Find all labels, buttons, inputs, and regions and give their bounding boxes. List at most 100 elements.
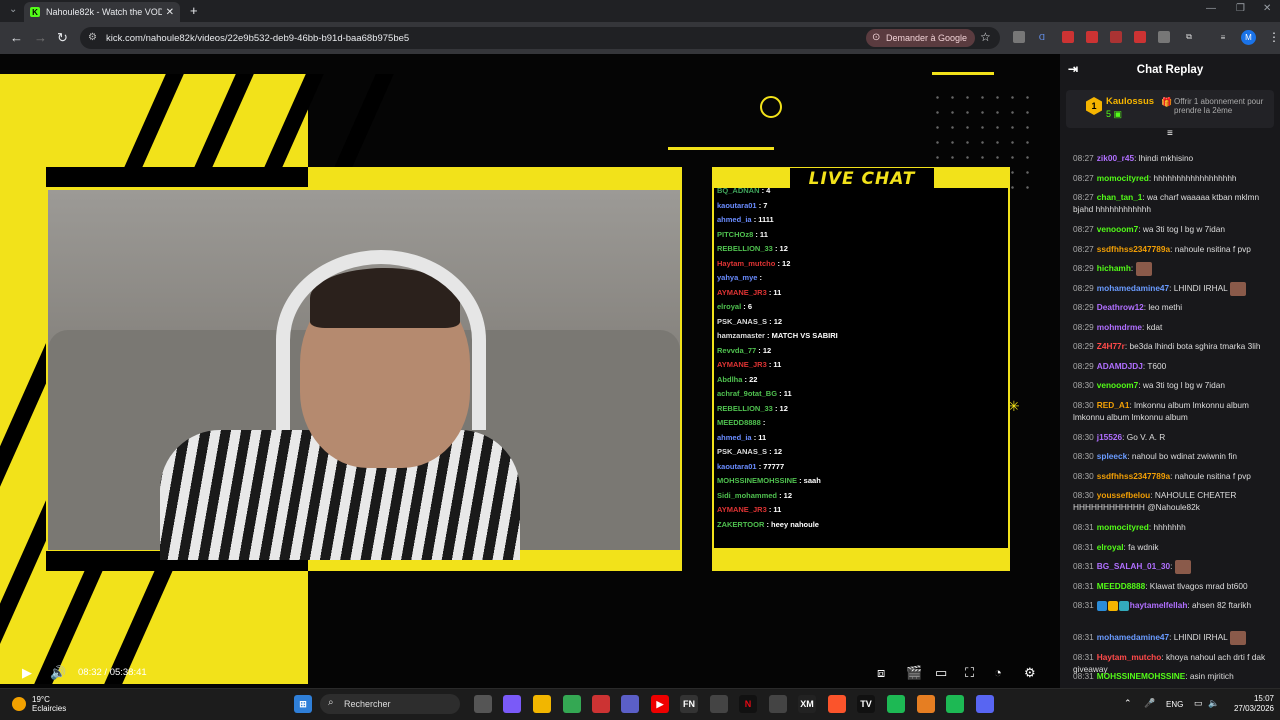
chat-username[interactable]: venooom7 (1097, 380, 1139, 390)
volume-tray-icon[interactable]: 🔈 (1208, 698, 1219, 709)
browser-tab[interactable]: K Nahoule82k - Watch the VOD o ✕ (24, 2, 180, 22)
fortnite-icon[interactable]: FN (680, 695, 698, 713)
chat-username[interactable]: mohmdrme (1097, 322, 1142, 332)
app-icon[interactable] (710, 695, 728, 713)
extension-bookmark-icon[interactable] (1110, 31, 1122, 43)
clip-icon[interactable]: 🎬 (906, 665, 922, 681)
reading-list-icon[interactable]: ≡ (1217, 31, 1229, 43)
volume-icon[interactable]: 🔊 (50, 665, 66, 681)
language-indicator[interactable]: ENG (1166, 700, 1183, 709)
network-icon[interactable]: ▭ (1194, 698, 1203, 709)
chat-username[interactable]: momocityred (1097, 173, 1149, 183)
extension-video-icon[interactable] (1086, 31, 1098, 43)
extension-tool-icon[interactable] (1158, 31, 1170, 43)
chat-username[interactable]: RED_A1 (1097, 400, 1130, 410)
overlay-chat-user: MEEDD8888 (717, 418, 761, 427)
back-icon[interactable]: ← (10, 30, 23, 45)
chat-username[interactable]: mohamedamine47 (1097, 632, 1169, 642)
tab-bar: ⌄ K Nahoule82k - Watch the VOD o ✕ + — ❐… (0, 0, 1280, 22)
chat-username[interactable]: ADAMDJDJ (1097, 361, 1143, 371)
profile-avatar[interactable]: M (1241, 30, 1256, 45)
bookmark-star-icon[interactable]: ☆ (980, 30, 991, 44)
extension-red-icon[interactable] (1062, 31, 1074, 43)
miniplayer-icon[interactable]: ⧈ (877, 665, 885, 681)
forward-icon[interactable]: → (34, 30, 47, 45)
chat-username[interactable]: haytamelfellah (1130, 600, 1188, 610)
maximize-icon[interactable]: ❐ (1236, 3, 1245, 14)
xm-icon[interactable]: XM (798, 695, 816, 713)
spotify-icon[interactable] (946, 695, 964, 713)
filter-icon[interactable]: ≡ (1167, 128, 1173, 139)
microphone-icon[interactable]: 🎤 (1144, 698, 1155, 709)
chrome-icon[interactable] (563, 695, 581, 713)
chat-username[interactable]: mohamedamine47 (1097, 283, 1169, 293)
chat-username[interactable]: ssdfhhss2347789a (1097, 471, 1170, 481)
site-info-icon[interactable]: ⚙ (88, 32, 97, 43)
chat-username[interactable]: Deathrow12 (1097, 302, 1144, 312)
play-icon[interactable]: ▶ (22, 665, 32, 681)
close-tab-icon[interactable]: ✕ (166, 7, 174, 18)
overlay-chat-row: ahmed_ia : 1111 (717, 215, 774, 224)
youtube-icon[interactable]: ▶ (651, 695, 669, 713)
chat-username[interactable]: Haytam_mutcho (1097, 652, 1162, 662)
reload-icon[interactable]: ↻ (57, 30, 68, 46)
speed-icon[interactable]: ◔ (994, 665, 1002, 680)
theater-mode-icon[interactable]: ▭ (935, 665, 947, 681)
teams-icon[interactable] (621, 695, 639, 713)
address-bar[interactable]: ⚙ kick.com/nahoule82k/videos/22e9b532-de… (80, 27, 1000, 49)
translate-extension-icon[interactable]: ᗡ (1036, 31, 1048, 43)
file-explorer-icon[interactable] (533, 695, 551, 713)
overlay-chat-user: Revvda_77 (717, 345, 757, 355)
chat-username[interactable]: youssefbelou (1097, 490, 1150, 500)
chat-username[interactable]: MOHSSINEMOHSSINE (1097, 671, 1186, 681)
weather-widget[interactable]: 19°C Eclaircies (12, 695, 66, 713)
chat-username[interactable]: ssdfhhss2347789a (1097, 244, 1170, 254)
app-green-icon[interactable] (887, 695, 905, 713)
close-window-icon[interactable]: ✕ (1263, 3, 1271, 14)
overlay-chat-user: ahmed_ia (717, 215, 752, 224)
discord-icon[interactable] (976, 695, 994, 713)
extension-icon[interactable] (1013, 31, 1025, 43)
ask-google-button[interactable]: ⊙ Demander à Google (866, 29, 976, 47)
chat-username[interactable]: hichamh (1097, 263, 1131, 273)
chat-username[interactable]: j15526 (1097, 432, 1122, 442)
extension-grid-icon[interactable] (1134, 31, 1146, 43)
tray-overflow-icon[interactable]: ⌃ (1124, 698, 1132, 709)
fullscreen-icon[interactable]: ⛶ (965, 665, 974, 681)
chat-timestamp: 08:30 (1073, 490, 1094, 500)
brave-icon[interactable] (828, 695, 846, 713)
chat-timestamp: 08:27 (1073, 153, 1094, 163)
overlay-chat-message: : 22 (742, 374, 758, 384)
extensions-puzzle-icon[interactable]: ⧉ (1183, 31, 1195, 43)
video-player[interactable]: LIVE CHAT BQ_ADNAN : 4 kaoutara01 : 7 ahme… (0, 54, 1060, 688)
top-gifter-name[interactable]: Kaulossus (1106, 96, 1154, 107)
task-view-icon[interactable] (474, 695, 492, 713)
tab-list-icon[interactable]: ⌄ (9, 4, 17, 15)
minimize-icon[interactable]: — (1206, 3, 1216, 14)
windows-start-icon[interactable]: ⊞ (294, 695, 312, 713)
settings-app-icon[interactable] (769, 695, 787, 713)
netflix-icon[interactable]: N (739, 695, 757, 713)
browser-menu-icon[interactable]: ⋮ (1268, 30, 1280, 44)
chat-username[interactable]: spleeck (1097, 451, 1127, 461)
overlay-chat-user: MOHSSINEMOHSSINE (717, 476, 798, 485)
chat-username[interactable]: momocityred (1097, 522, 1149, 532)
chat-username[interactable]: venooom7 (1097, 224, 1139, 234)
app-red-icon[interactable] (592, 695, 610, 713)
chat-username[interactable]: Z4H77r (1097, 341, 1125, 351)
taskbar-search[interactable]: ⌕ Rechercher (320, 694, 460, 714)
settings-icon[interactable]: ⚙ (1024, 665, 1036, 681)
tradingview-icon[interactable]: TV (857, 695, 875, 713)
system-clock[interactable]: 15:07 27/03/2026 (1228, 694, 1274, 714)
chat-username[interactable]: BG_SALAH_01_30 (1097, 561, 1170, 571)
collapse-chat-icon[interactable]: ⇥ (1068, 62, 1078, 76)
app-orange-icon[interactable] (917, 695, 935, 713)
chat-username[interactable]: chan_tan_1 (1097, 192, 1143, 202)
gift-subscription-text[interactable]: Offrir 1 abonnement pour prendre la 2ème (1174, 97, 1266, 115)
chat-username[interactable]: zik00_r45 (1097, 153, 1134, 163)
new-tab-icon[interactable]: + (190, 3, 198, 18)
chat-username[interactable]: MEEDD8888 (1097, 581, 1145, 591)
chat-text: : Klawat tlvagos mrad bt600 (1145, 580, 1248, 591)
chat-username[interactable]: elroyal (1097, 542, 1124, 552)
copilot-icon[interactable] (503, 695, 521, 713)
